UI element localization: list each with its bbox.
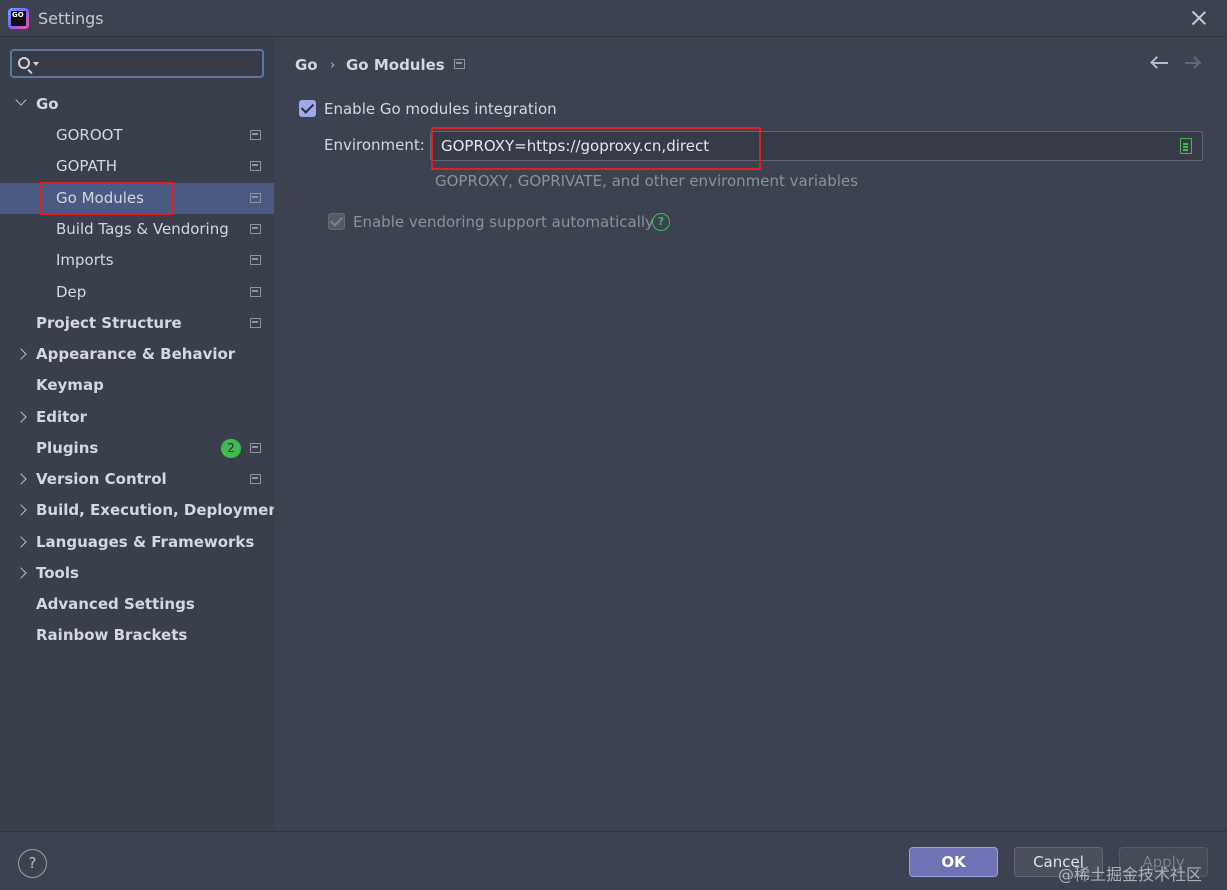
sidebar-item-editor[interactable]: Editor (0, 402, 274, 433)
project-level-icon (250, 130, 261, 140)
title-bar: GO Settings (0, 0, 1227, 37)
goland-app-icon: GO (8, 8, 29, 29)
project-level-icon (250, 443, 261, 453)
sidebar-item-gopath[interactable]: GOPATH (0, 151, 274, 182)
page-title: Go Modules (346, 56, 445, 74)
sidebar-item-label: Rainbow Brackets (36, 626, 188, 644)
environment-hint: GOPROXY, GOPRIVATE, and other environmen… (435, 172, 858, 190)
sidebar-item-keymap[interactable]: Keymap (0, 370, 274, 401)
help-button[interactable]: ? (18, 849, 47, 878)
dialog-footer: ? OK Cancel Apply (0, 831, 1227, 890)
sidebar-item-label: Go Modules (56, 189, 144, 207)
close-icon[interactable] (1189, 8, 1209, 28)
sidebar-item-tools[interactable]: Tools (0, 558, 274, 589)
sidebar-item-label: Imports (56, 251, 114, 269)
plugin-updates-badge: 2 (221, 439, 241, 458)
chevron-right-icon[interactable] (15, 473, 27, 485)
sidebar-item-go-modules[interactable]: Go Modules (0, 183, 274, 214)
sidebar-item-label: Plugins (36, 439, 99, 457)
back-arrow-icon[interactable] (1150, 55, 1170, 71)
enable-vendoring-checkbox[interactable] (328, 213, 345, 230)
breadcrumb-parent[interactable]: Go (295, 56, 318, 74)
sidebar-item-appearance-behavior[interactable]: Appearance & Behavior (0, 339, 274, 370)
search-options-chevron-icon[interactable] (33, 62, 39, 66)
chevron-right-icon[interactable] (15, 536, 27, 548)
project-level-icon (250, 161, 261, 171)
sidebar-item-rainbow-brackets[interactable]: Rainbow Brackets (0, 620, 274, 651)
sidebar-item-go[interactable]: Go (0, 89, 274, 120)
sidebar-item-label: Appearance & Behavior (36, 345, 236, 363)
sidebar-item-plugins[interactable]: Plugins 2 (0, 433, 274, 464)
project-level-icon (250, 474, 261, 484)
project-level-icon (250, 255, 261, 265)
edit-variables-icon[interactable] (1180, 138, 1192, 154)
chevron-right-icon[interactable] (15, 411, 27, 423)
ok-button[interactable]: OK (909, 847, 998, 877)
sidebar-item-build-tags-vendoring[interactable]: Build Tags & Vendoring (0, 214, 274, 245)
sidebar-item-imports[interactable]: Imports (0, 245, 274, 276)
sidebar-item-dep[interactable]: Dep (0, 277, 274, 308)
environment-input[interactable] (441, 135, 1161, 157)
search-input[interactable] (42, 53, 257, 75)
sidebar-item-label: Tools (36, 564, 79, 582)
sidebar-item-label: Project Structure (36, 314, 182, 332)
sidebar-item-label: Go (36, 95, 59, 113)
sidebar-item-label: Advanced Settings (36, 595, 195, 613)
sidebar-item-label: Build Tags & Vendoring (56, 220, 229, 238)
sidebar-item-label: Build, Execution, Deployment (36, 501, 287, 519)
project-level-icon (250, 224, 261, 234)
sidebar-item-label: GOROOT (56, 126, 123, 144)
sidebar-item-label: Languages & Frameworks (36, 533, 255, 551)
enable-go-modules-checkbox[interactable] (299, 100, 316, 117)
sidebar-item-build-execution-deployment[interactable]: Build, Execution, Deployment (0, 495, 286, 526)
environment-field[interactable] (430, 131, 1203, 161)
sidebar-item-label: Keymap (36, 376, 104, 394)
settings-sidebar: Go GOROOT GOPATH Go Modules Build Tags &… (0, 37, 286, 831)
sidebar-item-label: Dep (56, 283, 87, 301)
settings-content: Go › Go Modules Enable Go modules integr… (274, 37, 1227, 831)
sidebar-item-languages-frameworks[interactable]: Languages & Frameworks (0, 527, 274, 558)
sidebar-item-version-control[interactable]: Version Control (0, 464, 274, 495)
environment-label: Environment: (324, 136, 425, 154)
sidebar-item-label: Version Control (36, 470, 167, 488)
project-level-icon (250, 318, 261, 328)
forward-arrow-icon[interactable] (1183, 55, 1203, 71)
project-level-icon (250, 193, 261, 203)
breadcrumb-separator: › (330, 58, 336, 73)
project-level-icon (250, 287, 261, 297)
chevron-down-icon[interactable] (15, 94, 27, 106)
project-level-icon (454, 59, 465, 69)
watermark: @稀土掘金技术社区 (1058, 865, 1203, 884)
sidebar-item-goroot[interactable]: GOROOT (0, 120, 274, 151)
enable-go-modules-label: Enable Go modules integration (324, 100, 557, 118)
search-icon (18, 57, 30, 69)
window-title: Settings (38, 9, 104, 28)
settings-search[interactable] (10, 49, 264, 78)
sidebar-item-label: GOPATH (56, 157, 118, 175)
sidebar-item-advanced-settings[interactable]: Advanced Settings (0, 589, 274, 620)
help-icon[interactable]: ? (652, 213, 670, 231)
chevron-right-icon[interactable] (15, 504, 27, 516)
chevron-right-icon[interactable] (15, 567, 27, 579)
sidebar-item-label: Editor (36, 408, 87, 426)
enable-vendoring-label: Enable vendoring support automatically (353, 213, 654, 231)
sidebar-item-project-structure[interactable]: Project Structure (0, 308, 274, 339)
chevron-right-icon[interactable] (15, 348, 27, 360)
